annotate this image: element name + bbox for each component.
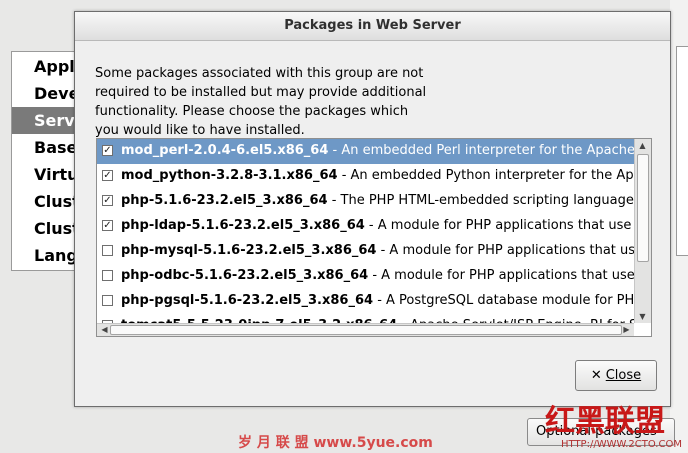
package-label: mod_perl-2.0.4-6.el5.x86_64 - An embedde…: [121, 139, 634, 163]
package-name: mod_perl-2.0.4-6.el5.x86_64: [121, 143, 329, 158]
package-row[interactable]: ✓ php-ldap-5.1.6-23.2.el5_3.x86_64 - A mo…: [97, 214, 634, 239]
category-item[interactable]: Clust: [12, 188, 82, 215]
package-description: - An embedded Python interpreter for the…: [337, 168, 634, 183]
watermark-center: 岁 月 联 盟 www.5yue.com: [238, 435, 433, 451]
package-description: - A module for PHP applications that us: [376, 243, 634, 258]
horizontal-scroll-thumb[interactable]: [110, 325, 622, 335]
package-label: mod_python-3.2.8-3.1.x86_64 - An embedde…: [121, 164, 634, 188]
package-row[interactable]: php-odbc-5.1.6-23.2.el5_3.x86_64 - A mod…: [97, 264, 634, 289]
close-button-label: Close: [605, 368, 642, 383]
category-item[interactable]: Lang: [12, 242, 82, 269]
package-list-frame: ✓ mod_perl-2.0.4-6.el5.x86_64 - An embedd…: [96, 138, 652, 337]
package-description: - An embedded Perl interpreter for the A…: [328, 143, 634, 158]
package-name: php-5.1.6-23.2.el5_3.x86_64: [121, 193, 328, 208]
dialog-title: Packages in Web Server: [75, 12, 670, 41]
close-x-icon: ✕: [590, 368, 602, 383]
package-name: php-odbc-5.1.6-23.2.el5_3.x86_64: [121, 268, 369, 283]
package-checkbox[interactable]: ✓: [102, 220, 113, 231]
package-row[interactable]: ✓ php-5.1.6-23.2.el5_3.x86_64 - The PHP H…: [97, 189, 634, 214]
watermark-logo: 红黑联盟: [545, 404, 665, 439]
package-checkbox[interactable]: ✓: [102, 145, 113, 156]
package-description: - A module for PHP applications that use: [364, 218, 632, 233]
background-panel: [676, 46, 688, 256]
package-checkbox[interactable]: ✓: [102, 195, 113, 206]
category-list: Appl Deve Serv Base Virtu Clust Clust Lang: [11, 51, 83, 271]
package-checkbox[interactable]: [102, 295, 113, 306]
vertical-scrollbar[interactable]: ▲ ▼: [634, 139, 651, 323]
scroll-down-icon[interactable]: ▼: [635, 310, 650, 323]
category-item[interactable]: Virtu: [12, 161, 82, 188]
packages-dialog: Packages in Web Server Some packages ass…: [74, 11, 671, 407]
close-button[interactable]: ✕ Close: [575, 360, 657, 391]
package-label: php-odbc-5.1.6-23.2.el5_3.x86_64 - A mod…: [121, 264, 634, 288]
package-row[interactable]: php-pgsql-5.1.6-23.2.el5_3.x86_64 - A Po…: [97, 289, 634, 314]
category-item[interactable]: Serv: [12, 107, 82, 134]
scroll-up-icon[interactable]: ▲: [635, 139, 650, 152]
package-label: php-pgsql-5.1.6-23.2.el5_3.x86_64 - A Po…: [121, 289, 634, 313]
vertical-scroll-thumb[interactable]: [637, 154, 649, 262]
package-name: php-mysql-5.1.6-23.2.el5_3.x86_64: [121, 243, 377, 258]
package-description: - A module for PHP applications that use: [368, 268, 634, 283]
package-checkbox[interactable]: ✓: [102, 170, 113, 181]
category-item[interactable]: Clust: [12, 215, 82, 242]
package-checkbox[interactable]: [102, 270, 113, 281]
scroll-right-icon[interactable]: ▶: [619, 324, 634, 335]
package-label: php-5.1.6-23.2.el5_3.x86_64 - The PHP HT…: [121, 189, 634, 213]
horizontal-scrollbar[interactable]: ◀ ▶: [97, 323, 634, 336]
package-description: - The PHP HTML-embedded scripting langua…: [327, 193, 634, 208]
package-row[interactable]: tomcat5-5.5.23-0jpp.7.el5_3.2.x86_64 - A…: [97, 314, 634, 323]
package-description: - A PostgreSQL database module for PHP: [373, 293, 634, 308]
package-name: mod_python-3.2.8-3.1.x86_64: [121, 168, 338, 183]
package-checkbox[interactable]: [102, 245, 113, 256]
category-item[interactable]: Deve: [12, 80, 82, 107]
package-name: php-ldap-5.1.6-23.2.el5_3.x86_64: [121, 218, 365, 233]
package-row[interactable]: php-mysql-5.1.6-23.2.el5_3.x86_64 - A mo…: [97, 239, 634, 264]
package-label: tomcat5-5.5.23-0jpp.7.el5_3.2.x86_64 - A…: [121, 314, 634, 323]
package-list: ✓ mod_perl-2.0.4-6.el5.x86_64 - An embedd…: [97, 139, 634, 323]
package-label: php-mysql-5.1.6-23.2.el5_3.x86_64 - A mo…: [121, 239, 634, 263]
dialog-description: Some packages associated with this group…: [95, 66, 427, 138]
watermark-url: HTTP://WWW.2CTO.COM: [561, 439, 682, 450]
package-name: php-pgsql-5.1.6-23.2.el5_3.x86_64: [121, 293, 374, 308]
category-item[interactable]: Appl: [12, 53, 82, 80]
category-item[interactable]: Base: [12, 134, 82, 161]
package-row[interactable]: ✓ mod_perl-2.0.4-6.el5.x86_64 - An embedd…: [97, 139, 634, 164]
package-row[interactable]: ✓ mod_python-3.2.8-3.1.x86_64 - An embedd…: [97, 164, 634, 189]
package-label: php-ldap-5.1.6-23.2.el5_3.x86_64 - A mod…: [121, 214, 631, 238]
